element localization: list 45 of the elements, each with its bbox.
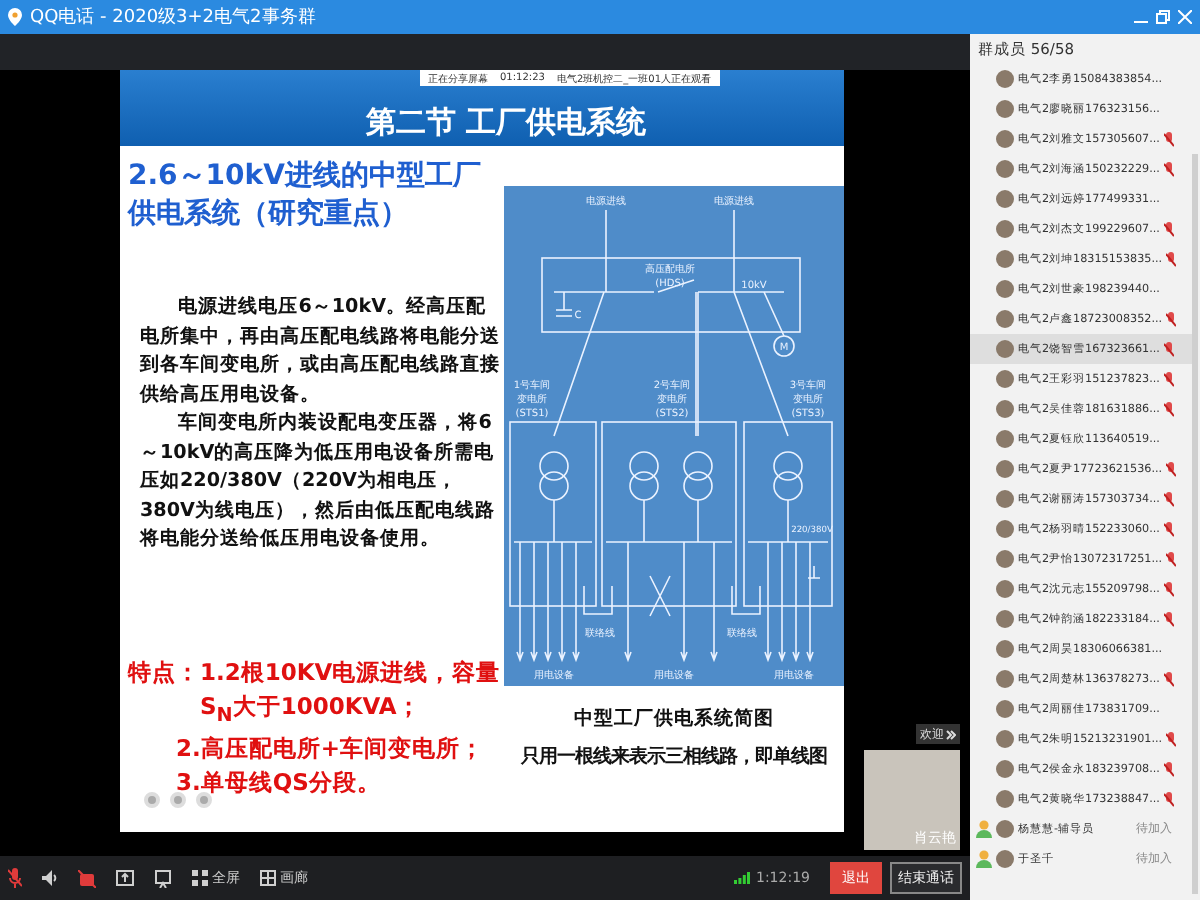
slide-header-title: 第二节 工厂供电系统 [366, 106, 647, 140]
slide-nav-dot[interactable] [144, 792, 160, 808]
features-label: 特点： [128, 655, 200, 689]
muted-mic-icon [1163, 611, 1174, 627]
speaker-button[interactable] [42, 870, 58, 886]
board-button[interactable] [154, 869, 172, 887]
muted-camera-button[interactable] [78, 869, 96, 887]
scrollbar[interactable] [1192, 154, 1198, 894]
muted-mic-icon [1163, 131, 1174, 147]
slide-paragraph: 电源进线电压6～10kV。经高压配电所集中，再由高压配电线路将电能分送到各车间变电所，或由高压配电线路直接供给高压用电设备。 [137, 294, 500, 409]
muted-mic-icon [1163, 401, 1174, 417]
muted-mic-icon [1166, 551, 1177, 567]
slide-paragraph: 车间变电所内装设配电变压器，将6～10kV的高压降为低压用电设备所需电压如220/380V（220V为相电压，380V为线电压），然后由低压配电线路将电能分送给低压用电设备使用。 [137, 410, 497, 554]
muted-mic-icon [1163, 371, 1174, 387]
muted-mic-icon [1163, 341, 1174, 357]
diagram-caption: 中型工厂供电系统简图 [574, 706, 774, 732]
muted-mic-icon [1163, 491, 1174, 507]
muted-mic-icon [1166, 251, 1177, 267]
close-icon[interactable] [1178, 10, 1192, 24]
restore-icon[interactable] [1156, 10, 1170, 24]
muted-mic-button[interactable] [8, 868, 22, 888]
muted-mic-icon [1163, 221, 1174, 237]
location-pin-icon [8, 8, 22, 26]
person-icon [976, 850, 992, 868]
slide-nav-dot[interactable] [196, 792, 212, 808]
feature-item: 1.2根10KV电源进线，容量S$_{N}$大于1000KVA； [200, 655, 503, 730]
feature-item: 2.高压配电所+车间变电所； [176, 731, 487, 766]
feature-item: 3.单母线QS分段。 [176, 765, 383, 800]
muted-mic-icon [1166, 461, 1177, 477]
muted-mic-icon [1163, 581, 1174, 597]
signal-icon [734, 872, 750, 884]
muted-mic-icon [1163, 761, 1174, 777]
muted-mic-icon [1163, 671, 1174, 687]
window-title: QQ电话 - 2020级3+2电气2事务群 [30, 5, 318, 30]
muted-mic-icon [1163, 161, 1174, 177]
muted-mic-icon [1163, 791, 1174, 807]
diagram-caption: 只用一根线来表示三相线路，即单线图 [521, 744, 827, 770]
chevron-icon [946, 729, 956, 739]
muted-mic-icon [1166, 311, 1177, 327]
muted-mic-icon [1163, 521, 1174, 537]
share-button[interactable] [116, 869, 134, 887]
slide-title: 2.6～10kV进线的中型工厂供电系统（研究重点） [128, 158, 483, 234]
muted-mic-icon [1166, 731, 1177, 747]
slide-nav-dot[interactable] [170, 792, 186, 808]
person-icon [976, 820, 992, 838]
